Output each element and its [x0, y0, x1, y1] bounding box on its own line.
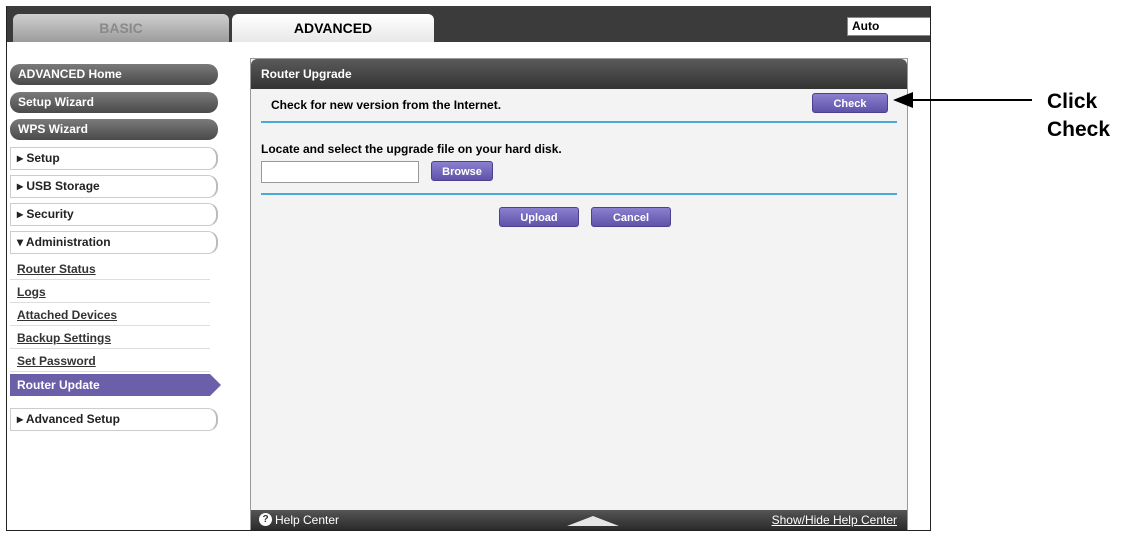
help-center-bar: ? Help Center Show/Hide Help Center [251, 510, 907, 530]
sidebar-item-router-status[interactable]: Router Status [10, 258, 210, 280]
divider [261, 121, 897, 123]
callout-arrow-icon [893, 92, 913, 108]
sidebar-item-set-password[interactable]: Set Password [10, 350, 210, 372]
sidebar-section-label: USB Storage [26, 179, 100, 193]
cancel-button[interactable]: Cancel [591, 207, 671, 227]
router-admin-window: BASIC ADVANCED Auto ▼ ADVANCED Home Setu… [6, 6, 931, 531]
sidebar-setup-wizard[interactable]: Setup Wizard [10, 92, 218, 113]
tab-basic[interactable]: BASIC [13, 14, 229, 42]
help-center-label[interactable]: Help Center [275, 510, 339, 530]
divider [261, 193, 897, 195]
collapse-arrow-icon: ▾ [17, 235, 24, 249]
expand-arrow-icon: ▸ [17, 179, 24, 193]
upgrade-file-input[interactable] [261, 161, 419, 183]
sidebar-section-advanced-setup[interactable]: ▸ Advanced Setup [10, 408, 218, 431]
sidebar-section-setup[interactable]: ▸ Setup [10, 147, 218, 170]
expand-arrow-icon: ▸ [17, 412, 24, 426]
sidebar-section-label: Advanced Setup [25, 412, 120, 426]
tab-advanced[interactable]: ADVANCED [232, 14, 434, 42]
locate-file-label: Locate and select the upgrade file on yo… [261, 142, 562, 156]
show-hide-help-link[interactable]: Show/Hide Help Center [772, 510, 897, 530]
sidebar-wps-wizard[interactable]: WPS Wizard [10, 119, 218, 140]
sidebar-section-administration[interactable]: ▾ Administration [10, 231, 218, 254]
callout-line-1: Click [1047, 90, 1098, 113]
expand-arrow-icon: ▸ [17, 207, 24, 221]
browse-button[interactable]: Browse [431, 161, 493, 181]
upload-button[interactable]: Upload [499, 207, 579, 227]
router-upgrade-panel: Router Upgrade Check for new version fro… [250, 58, 908, 530]
sidebar-section-security[interactable]: ▸ Security [10, 203, 218, 226]
sidebar-item-backup-settings[interactable]: Backup Settings [10, 327, 210, 349]
sidebar-section-label: Setup [26, 151, 60, 165]
sidebar-section-usb-storage[interactable]: ▸ USB Storage [10, 175, 218, 198]
sidebar-section-label: Administration [25, 235, 111, 249]
callout-line-2: Check [1047, 118, 1111, 141]
help-icon: ? [259, 513, 272, 526]
expand-arrow-icon[interactable] [567, 516, 619, 526]
language-select[interactable]: Auto ▼ [847, 17, 930, 36]
language-selected-value: Auto [852, 19, 880, 33]
callout-line [908, 99, 1032, 101]
panel-title: Router Upgrade [251, 59, 907, 89]
sidebar-section-label: Security [26, 207, 74, 221]
sidebar-item-logs[interactable]: Logs [10, 281, 210, 303]
callout-text: Click Check [1047, 88, 1110, 144]
sidebar-item-attached-devices[interactable]: Attached Devices [10, 304, 210, 326]
sidebar-item-router-update[interactable]: Router Update [10, 374, 221, 396]
expand-arrow-icon: ▸ [17, 151, 24, 165]
sidebar-advanced-home[interactable]: ADVANCED Home [10, 64, 218, 85]
check-button[interactable]: Check [812, 93, 888, 113]
check-internet-label: Check for new version from the Internet. [271, 98, 502, 112]
top-navigation-bar: BASIC ADVANCED Auto ▼ [7, 6, 930, 42]
